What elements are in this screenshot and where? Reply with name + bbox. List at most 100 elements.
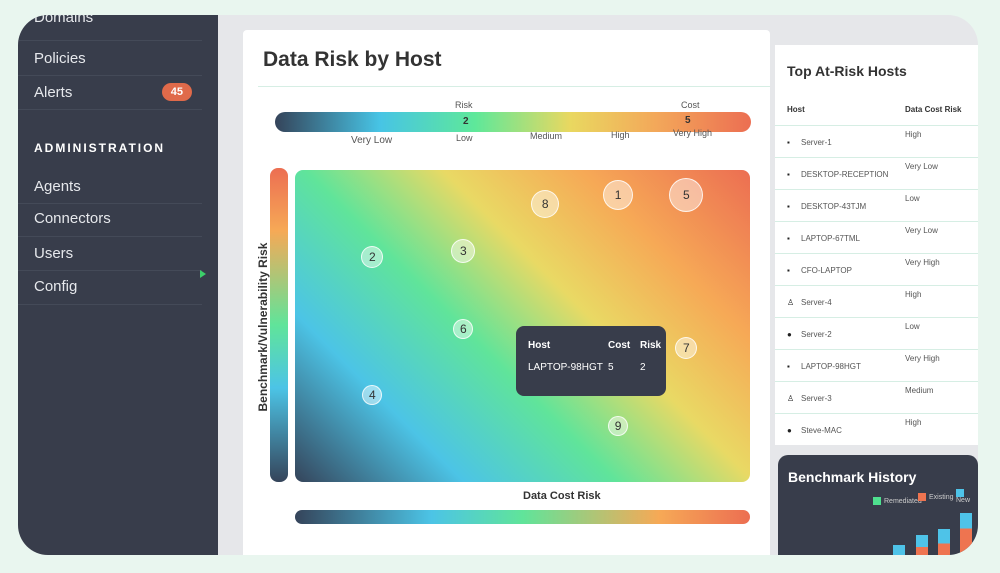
divider <box>258 86 770 87</box>
data-risk-card: Data Risk by Host Risk Cost 2 5 Very Low… <box>243 30 770 555</box>
sidebar-item-label: Users <box>34 245 74 262</box>
host-name: LAPTOP-98HGT <box>801 362 861 371</box>
table-row[interactable]: ♙ Server-4 High <box>775 285 978 315</box>
tooltip-host-label: Host <box>528 340 551 351</box>
tooltip-risk-label: Risk <box>640 340 662 351</box>
host-name: LAPTOP-67TML <box>801 234 860 243</box>
risk-value: Low <box>905 322 920 331</box>
host-bubble[interactable]: 1 <box>603 179 634 210</box>
sidebar-item-label: Policies <box>34 50 86 67</box>
legend-level: Low <box>456 133 473 143</box>
host-bubble[interactable]: 3 <box>451 239 476 264</box>
legend-new: New <box>956 489 978 504</box>
column-header-data-cost-risk: Data Cost Risk <box>905 105 962 114</box>
table-row[interactable]: ● Server-2 Low <box>775 317 978 347</box>
table-row[interactable]: ▪ DESKTOP-43TJM Low <box>775 189 978 219</box>
risk-value: Very Low <box>905 226 938 235</box>
risk-value: Very High <box>905 354 940 363</box>
linux-icon: ♙ <box>787 298 795 307</box>
sidebar-item-label: Domains <box>34 15 94 26</box>
host-name: DESKTOP-43TJM <box>801 202 867 211</box>
table-row[interactable]: ▪ LAPTOP-98HGT Very High <box>775 349 978 379</box>
alerts-count-badge: 45 <box>161 83 192 101</box>
sidebar-item-users[interactable]: Users <box>18 237 202 271</box>
x-axis-label: Data Cost Risk <box>523 490 601 502</box>
host-tooltip: Host Cost Risk LAPTOP-98HGT 5 2 <box>516 326 666 396</box>
legend-level: Medium <box>530 131 563 141</box>
host-name: Server-2 <box>801 330 832 339</box>
page-title: Data Risk by Host <box>263 48 442 71</box>
sidebar-item-agents[interactable]: Agents <box>18 170 202 204</box>
legend-cost-label: Cost <box>681 100 700 110</box>
host-name: Server-3 <box>801 394 832 403</box>
chart-bar <box>960 513 972 555</box>
legend-cost-value: 5 <box>685 115 691 126</box>
legend-level: High <box>611 130 630 140</box>
host-bubble[interactable]: 4 <box>362 384 383 405</box>
x-axis-gradient <box>295 510 750 524</box>
section-heading-administration: ADMINISTRATION <box>34 141 166 155</box>
legend-level: Very Low <box>351 135 393 146</box>
host-name: CFO-LAPTOP <box>801 266 852 275</box>
table-row[interactable]: ▪ LAPTOP-67TML Very Low <box>775 221 978 251</box>
host-name: Steve-MAC <box>801 426 842 435</box>
host-name: Server-4 <box>801 298 832 307</box>
risk-value: Low <box>905 194 920 203</box>
sidebar-item-alerts[interactable]: Alerts 45 <box>18 76 202 110</box>
legend-existing: Existing <box>918 493 954 501</box>
sidebar-item-domains[interactable]: Domains <box>18 15 202 41</box>
linux-icon: ♙ <box>787 394 795 403</box>
sidebar-item-config[interactable]: Config <box>18 271 202 305</box>
windows-icon: ▪ <box>787 362 790 371</box>
sidebar: Domains Policies Alerts 45 ADMINISTRATION… <box>18 15 218 555</box>
risk-value: Medium <box>905 386 934 395</box>
top-at-risk-hosts-card: Top At-Risk Hosts Host Data Cost Risk ▪ S… <box>775 45 978 445</box>
windows-icon: ▪ <box>787 234 790 243</box>
apple-icon: ● <box>787 426 792 435</box>
risk-value: High <box>905 290 922 299</box>
host-bubble[interactable]: 2 <box>361 246 384 269</box>
host-bubble[interactable]: 7 <box>675 336 698 359</box>
windows-icon: ▪ <box>787 138 790 147</box>
tooltip-cost: 5 <box>608 362 614 373</box>
tooltip-host: LAPTOP-98HGT <box>528 362 603 373</box>
sidebar-item-policies[interactable]: Policies <box>18 42 202 76</box>
windows-icon: ▪ <box>787 266 790 275</box>
host-bubble[interactable]: 8 <box>531 190 560 219</box>
app-frame: Domains Policies Alerts 45 ADMINISTRATION… <box>18 15 978 555</box>
risk-value: High <box>905 418 922 427</box>
table-row[interactable]: ▪ CFO-LAPTOP Very High <box>775 253 978 283</box>
chart-bar <box>938 529 950 555</box>
y-axis-gradient <box>270 168 288 482</box>
play-arrow-icon <box>200 270 206 278</box>
risk-value: High <box>905 130 922 139</box>
sidebar-item-label: Connectors <box>34 210 111 227</box>
benchmark-title: Benchmark History <box>788 469 917 485</box>
host-name: DESKTOP-RECEPTION <box>801 170 889 179</box>
table-row[interactable]: ● Steve-MAC High <box>775 413 978 443</box>
table-row[interactable]: ▪ Server-1 High <box>775 125 978 155</box>
sidebar-item-connectors[interactable]: Connectors <box>18 203 202 237</box>
windows-icon: ▪ <box>787 170 790 179</box>
host-name: Server-1 <box>801 138 832 147</box>
host-bubble[interactable]: 5 <box>669 177 704 212</box>
chart-bar <box>893 545 905 555</box>
legend-risk-value: 2 <box>463 116 469 127</box>
sidebar-item-label: Config <box>34 278 78 295</box>
legend-risk-label: Risk <box>455 100 473 110</box>
chart-bar <box>916 535 928 555</box>
table-row[interactable]: ♙ Server-3 Medium <box>775 381 978 411</box>
apple-icon: ● <box>787 330 792 339</box>
tooltip-risk: 2 <box>640 362 646 373</box>
risk-value: Very High <box>905 258 940 267</box>
host-bubble[interactable]: 9 <box>608 415 629 436</box>
tooltip-cost-label: Cost <box>608 340 631 351</box>
column-header-host: Host <box>787 105 805 114</box>
windows-icon: ▪ <box>787 202 790 211</box>
benchmark-history-card: Benchmark History Remediated Existing Ne… <box>778 455 978 555</box>
legend-level: Very High <box>673 128 713 138</box>
table-row[interactable]: ▪ DESKTOP-RECEPTION Very Low <box>775 157 978 187</box>
host-bubble[interactable]: 6 <box>453 319 474 340</box>
legend-remediated: Remediated <box>873 497 922 505</box>
y-axis-label: Benchmark/Vulnerability Risk <box>256 242 270 412</box>
